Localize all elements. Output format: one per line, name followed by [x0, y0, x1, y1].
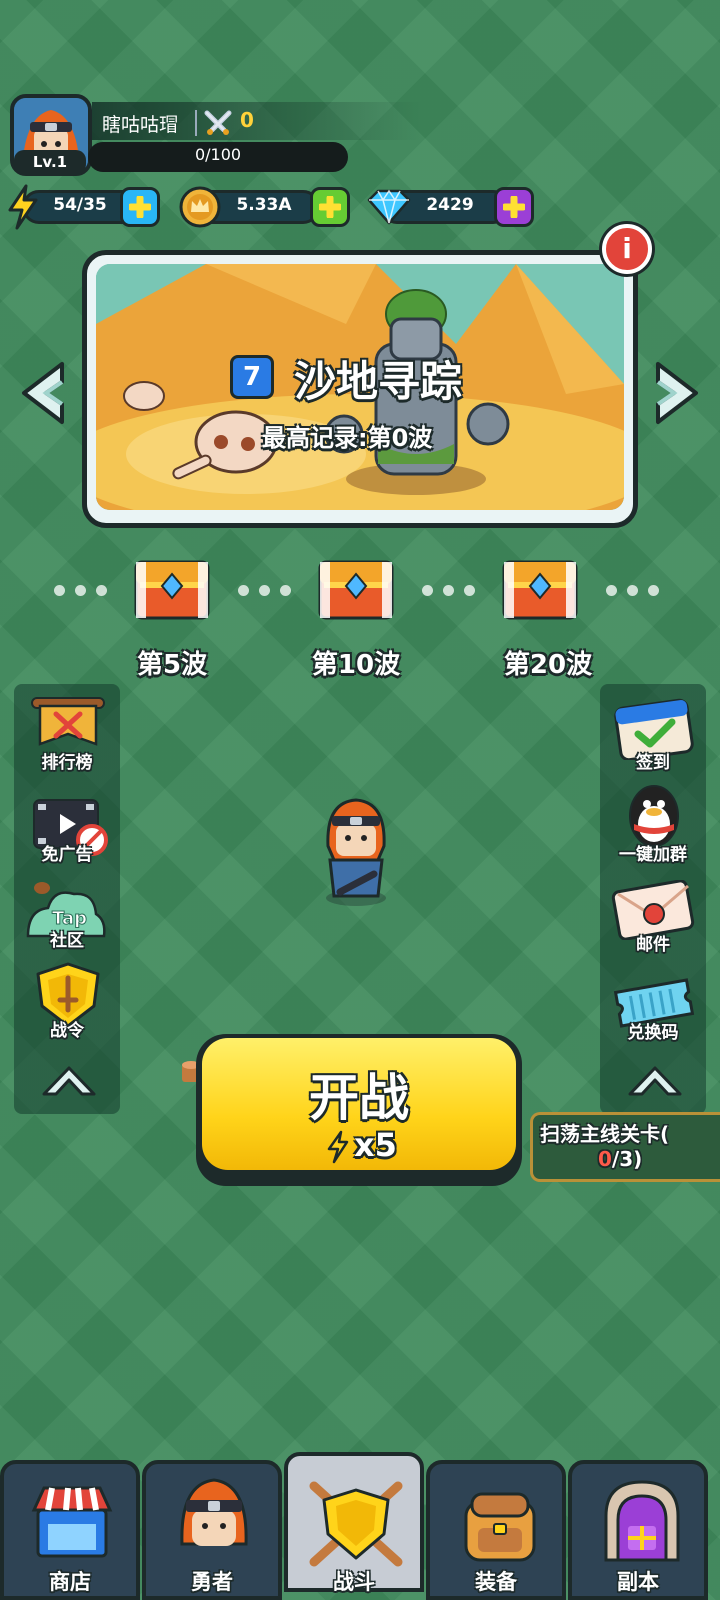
plus-icon — [503, 196, 525, 218]
join-group-label: 一键加群 — [619, 845, 687, 865]
nav-label-shop: 商店 — [49, 1570, 91, 1594]
prev-stage-arrow-icon[interactable] — [14, 358, 70, 428]
lightning-icon — [8, 184, 38, 230]
hero-icon — [180, 1478, 248, 1546]
nav-label-hero: 勇者 — [191, 1570, 233, 1594]
collapse-right-menu-icon[interactable] — [626, 1060, 684, 1100]
redeem-code-label: 兑换码 — [627, 1023, 679, 1043]
leaderboard-label: 排行榜 — [41, 753, 93, 773]
community-label: 社区 — [50, 931, 84, 951]
player-level: Lv.1 — [14, 150, 86, 174]
sweep-count: 0/3) — [540, 1147, 720, 1171]
hero-character-icon — [326, 798, 386, 906]
leaderboard-banner-icon[interactable] — [28, 694, 108, 752]
plus-icon — [319, 196, 341, 218]
crossed-swords-icon — [204, 110, 232, 135]
add-energy-button[interactable] — [120, 187, 160, 227]
nav-label-dungeon: 副本 — [617, 1570, 659, 1594]
mail-label: 邮件 — [636, 935, 670, 955]
sweep-title: 扫荡主线关卡( — [540, 1122, 670, 1146]
progress-dots — [54, 585, 107, 596]
backpack-icon — [464, 1492, 536, 1562]
gem-value: 2429 — [426, 195, 474, 215]
progress-dots — [238, 585, 291, 596]
energy-value: 54/35 — [53, 195, 107, 215]
chest-icon[interactable] — [132, 556, 212, 624]
plus-icon — [129, 196, 151, 218]
nav-label-equipment: 装备 — [475, 1570, 517, 1594]
diamond-icon — [367, 189, 411, 225]
power-value: 0 — [240, 108, 254, 132]
stage-number: 7 — [230, 355, 274, 399]
name-divider — [195, 110, 197, 136]
add-gems-button[interactable] — [494, 187, 534, 227]
player-name: 瞎咕咕瑁 — [102, 114, 179, 136]
shop-icon — [31, 1486, 113, 1558]
stage-name: 沙地寻踪 — [294, 357, 463, 406]
chest-wave-label: 第20波 — [503, 650, 593, 680]
chest-icon[interactable] — [316, 556, 396, 624]
gold-value: 5.33A — [236, 195, 292, 215]
chest-wave-label: 第10波 — [311, 650, 401, 680]
checkin-label: 签到 — [636, 753, 670, 773]
best-record: 最高记录:第0波 — [262, 424, 433, 452]
battle-shield-icon — [309, 1481, 403, 1567]
battle-pass-label: 战令 — [50, 1021, 84, 1041]
start-battle-label: 开战 — [309, 1069, 409, 1127]
energy-cost: x5 — [354, 1126, 397, 1164]
dungeon-gate-icon — [604, 1480, 680, 1562]
collapse-left-menu-icon[interactable] — [40, 1060, 98, 1100]
next-stage-arrow-icon[interactable] — [650, 358, 706, 428]
lightning-icon — [327, 1130, 349, 1164]
crown-coin-icon — [179, 186, 221, 228]
no-ads-label: 免广告 — [41, 845, 93, 865]
xp-text: 0/100 — [194, 145, 242, 164]
stage-info-button[interactable]: i — [602, 224, 652, 274]
sweep-count-rest: /3) — [611, 1147, 643, 1171]
nav-label-battle: 战斗 — [333, 1570, 375, 1594]
add-gold-button[interactable] — [310, 187, 350, 227]
sweep-count-current: 0 — [598, 1147, 612, 1171]
sweep-label: 扫荡主线关卡( 0/3) — [540, 1118, 720, 1171]
chest-icon[interactable] — [500, 556, 580, 624]
progress-dots — [422, 585, 475, 596]
chest-wave-label: 第5波 — [136, 650, 208, 680]
progress-dots — [606, 585, 659, 596]
